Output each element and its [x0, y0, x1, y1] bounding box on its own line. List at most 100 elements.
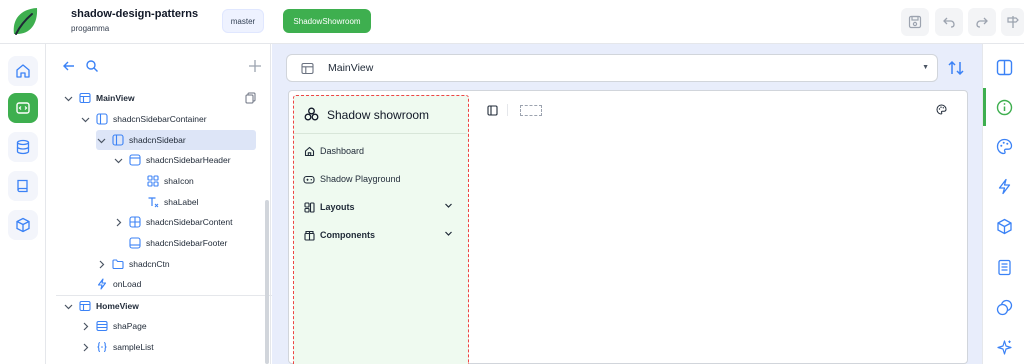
tree-row-sidebar[interactable]: shadcnSidebar — [96, 130, 256, 150]
tree-row-label: shaIcon — [164, 176, 194, 186]
footer-icon — [129, 237, 141, 249]
tree-row-label: shadcnSidebar — [129, 135, 186, 145]
chevron-down-icon[interactable] — [96, 135, 106, 145]
gamepad-icon — [303, 173, 315, 185]
redo-button[interactable] — [968, 8, 996, 36]
chevron-right-icon[interactable] — [80, 321, 90, 331]
palette-icon[interactable] — [936, 104, 947, 115]
search-icon[interactable] — [85, 59, 99, 73]
style-tab-button[interactable] — [993, 135, 1015, 157]
tree-row-onload[interactable]: onLoad — [96, 274, 141, 294]
tree-row-shalabel[interactable]: shaLabel — [147, 192, 199, 212]
branch-button[interactable]: master — [222, 9, 264, 33]
active-tab-indicator — [983, 88, 986, 126]
grid-icon — [147, 175, 159, 187]
tree-row-shaicon[interactable]: shaIcon — [147, 171, 194, 191]
bolt-icon — [96, 278, 108, 290]
tree-row-sidebarcontainer[interactable]: shadcnSidebarContainer — [80, 109, 207, 129]
chevron-down-icon[interactable] — [63, 301, 73, 311]
database-icon — [16, 139, 30, 155]
save-button[interactable] — [901, 8, 929, 36]
back-arrow-icon[interactable] — [62, 59, 76, 73]
tree-row-label: sampleList — [113, 342, 154, 352]
view-selector-value: MainView — [328, 62, 374, 74]
page-icon — [96, 320, 108, 332]
tree-row-label: onLoad — [113, 279, 142, 289]
tree-row-shadcnctn[interactable]: shadcnCtn — [96, 254, 170, 274]
tree-row-label: shadcnCtn — [129, 259, 170, 269]
tree-row-shapage[interactable]: shaPage — [80, 316, 147, 336]
view-icon — [79, 92, 91, 104]
add-icon[interactable] — [248, 59, 262, 73]
top-bar: shadow-design-patterns progamma master S… — [0, 0, 1024, 44]
tree-scrollbar[interactable] — [265, 200, 269, 364]
placeholder-slot — [520, 104, 542, 116]
undo-button[interactable] — [935, 8, 963, 36]
copy-icon[interactable] — [245, 92, 256, 104]
tree-row-sidebarfooter[interactable]: shadcnSidebarFooter — [129, 233, 227, 253]
app-button[interactable]: ShadowShowroom — [283, 9, 371, 33]
tree-row-label: shaLabel — [164, 197, 199, 207]
text-icon — [147, 196, 159, 208]
tree-row-sidebarcontent[interactable]: shadcnSidebarContent — [113, 212, 232, 232]
chevron-down-icon[interactable] — [63, 93, 73, 103]
undo-icon — [943, 17, 955, 28]
home-button[interactable] — [8, 56, 38, 86]
nav-item-playground[interactable]: Shadow Playground — [303, 170, 459, 188]
sign-button[interactable] — [1001, 8, 1024, 36]
tree-row-mainview[interactable]: MainView — [63, 88, 135, 108]
database-button[interactable] — [8, 132, 38, 162]
chevron-right-icon[interactable] — [96, 259, 106, 269]
nav-item-label: Components — [320, 230, 375, 240]
ai-tab-button[interactable] — [993, 336, 1015, 358]
view-icon — [79, 300, 91, 312]
view-selector[interactable]: MainView ▼ — [286, 54, 938, 82]
view-icon — [301, 62, 314, 75]
panel-toggle-button[interactable] — [993, 56, 1015, 78]
tree-row-label: shaPage — [113, 321, 147, 331]
toolbar-divider — [507, 104, 508, 116]
leaf-logo-icon — [13, 8, 38, 35]
tree-row-sidebarheader[interactable]: shadcnSidebarHeader — [113, 150, 231, 170]
box-icon — [303, 229, 315, 241]
chevron-down-icon[interactable] — [80, 114, 90, 124]
docs-tab-button[interactable] — [993, 256, 1015, 278]
nav-group-components[interactable]: Components — [303, 226, 459, 244]
views-button[interactable] — [8, 93, 38, 123]
sign-icon — [1006, 16, 1019, 28]
chevron-down-icon[interactable] — [444, 229, 453, 238]
cube-icon — [996, 218, 1012, 234]
document-icon — [997, 259, 1011, 275]
chevron-right-icon[interactable] — [80, 342, 90, 352]
events-tab-button[interactable] — [993, 175, 1015, 197]
packages-button[interactable] — [8, 210, 38, 240]
folder-icon — [112, 258, 124, 270]
preview-sidebar-header: Shadow showroom — [294, 96, 467, 134]
tree-row-homeview[interactable]: HomeView — [63, 296, 139, 316]
sidebar-toggle-icon[interactable] — [487, 104, 498, 116]
info-tab-button[interactable] — [993, 96, 1015, 118]
library-button[interactable] — [8, 171, 38, 201]
layers-tab-button[interactable] — [993, 296, 1015, 318]
palette-icon — [996, 138, 1012, 154]
chevron-right-icon[interactable] — [113, 217, 123, 227]
nav-item-dashboard[interactable]: Dashboard — [303, 142, 459, 160]
nav-group-layouts[interactable]: Layouts — [303, 198, 459, 216]
preview-sidebar[interactable]: Shadow showroom Dashboard Shadow Playgro… — [293, 95, 469, 364]
project-tree-panel: MainView shadcnSidebarContainer shadcnSi… — [46, 44, 302, 364]
tree-row-samplelist[interactable]: sampleList — [80, 337, 154, 357]
content-icon — [129, 216, 141, 228]
swap-vertical-icon[interactable] — [946, 58, 966, 78]
nav-item-label: Shadow Playground — [320, 174, 401, 184]
layers-icon — [996, 299, 1012, 315]
home-icon — [16, 64, 30, 78]
objects-tab-button[interactable] — [993, 215, 1015, 237]
chevron-down-icon[interactable] — [444, 201, 453, 210]
views-icon — [16, 102, 30, 114]
header-icon — [129, 154, 141, 166]
sparkle-icon — [996, 339, 1012, 355]
preview-sidebar-title: Shadow showroom — [327, 107, 430, 122]
sidebar-container-icon — [96, 113, 108, 125]
chevron-down-icon[interactable] — [113, 155, 123, 165]
nav-item-label: Dashboard — [320, 146, 365, 156]
